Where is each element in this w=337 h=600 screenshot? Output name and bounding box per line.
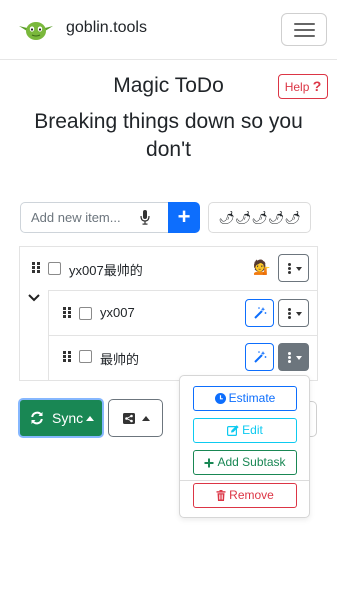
magic-wand-icon [254,351,267,363]
estimate-label: Estimate [228,391,276,405]
caret-up-icon [142,416,150,421]
edit-icon [227,425,239,436]
hamburger-icon [294,23,315,25]
subtask-divider [48,335,318,336]
person-tipping-hand-icon: 💁 [253,259,271,275]
magic-breakdown-button[interactable] [245,299,274,327]
help-button[interactable]: Help ? [278,74,328,99]
remove-label: Remove [229,488,274,502]
kebab-icon [288,263,291,274]
magic-wand-icon [254,307,267,319]
goblin-face-icon[interactable] [18,18,54,42]
share-button[interactable] [108,399,163,437]
task-menu-button[interactable] [278,299,309,327]
plus-icon [204,458,214,468]
hamburger-line [294,29,315,31]
drag-handle-icon[interactable] [63,351,71,362]
caret-down-icon [296,312,302,316]
hamburger-line [294,35,315,37]
menu-toggle-button[interactable] [281,13,327,46]
spiciness-button[interactable]: 🌶🌶🌶🌶🌶 [208,202,311,233]
help-label: Help [284,80,310,94]
estimate-button[interactable]: Estimate [193,386,297,411]
add-subtask-label: Add Subtask [217,455,286,469]
refresh-icon [31,411,43,425]
magic-breakdown-button[interactable] [245,343,274,371]
share-icon [123,413,135,424]
caret-down-icon [296,267,302,271]
add-item-button[interactable]: + [168,202,200,233]
task-checkbox[interactable] [79,350,92,363]
trash-icon [216,490,226,501]
dropdown-divider [180,480,309,481]
chevron-down-icon[interactable] [28,294,40,302]
remove-button[interactable]: Remove [193,483,297,508]
task-menu-button[interactable] [278,254,309,282]
sync-button[interactable]: Sync [18,398,104,438]
drag-handle-icon[interactable] [63,307,71,318]
task-dropdown-menu: Estimate Edit Add Subtask Remove [179,375,310,518]
navbar: goblin.tools [0,0,337,60]
task-label[interactable]: yx007 [100,305,135,320]
kebab-icon [288,352,291,363]
task-menu-button-active[interactable] [278,343,309,371]
clock-icon [214,393,226,404]
drag-handle-icon[interactable] [32,262,40,273]
edit-label: Edit [242,423,263,437]
kebab-icon [288,308,291,319]
edit-button[interactable]: Edit [193,418,297,443]
sync-label: Sync [52,410,84,426]
task-checkbox[interactable] [48,262,61,275]
task-checkbox[interactable] [79,307,92,320]
brand-name[interactable]: goblin.tools [66,19,147,37]
task-label[interactable]: yx007最帅的 [69,260,143,279]
add-subtask-button[interactable]: Add Subtask [193,450,297,475]
microphone-icon[interactable] [140,210,150,225]
question-icon: ? [312,78,322,94]
caret-down-icon [296,356,302,360]
caret-up-icon [86,416,94,421]
task-label[interactable]: 最帅的 [100,349,139,368]
page-subtitle: Breaking things down so you don't [34,110,303,161]
